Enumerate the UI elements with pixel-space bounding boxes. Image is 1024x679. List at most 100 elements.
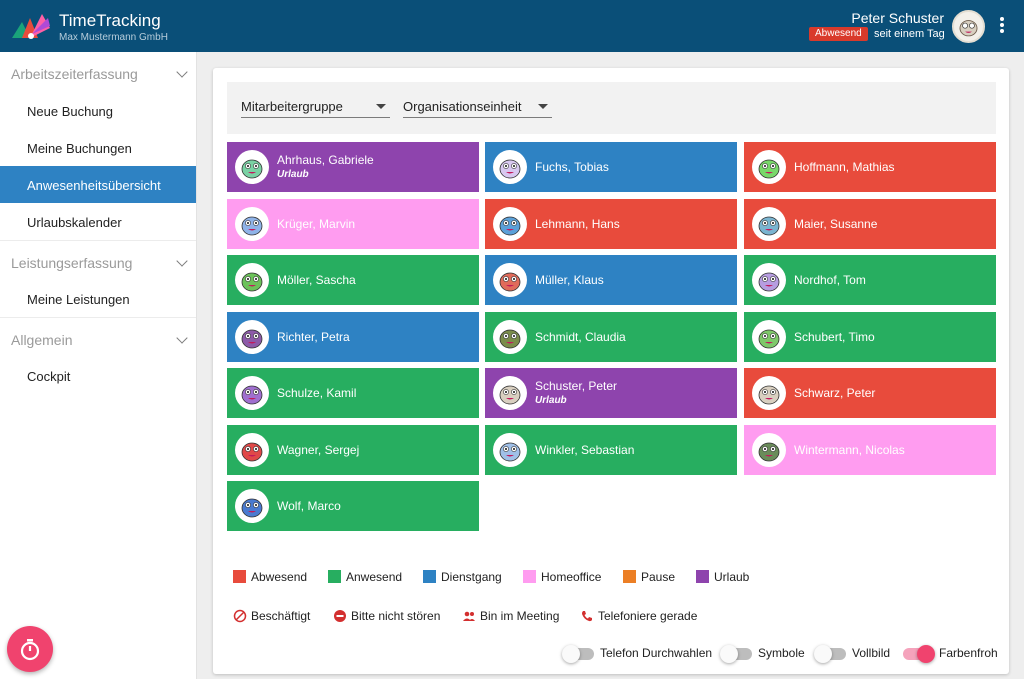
toggle-track[interactable]	[814, 645, 846, 663]
employee-tile[interactable]: Schmidt, Claudia	[485, 312, 737, 362]
employee-name: Wagner, Sergej	[277, 443, 360, 457]
toggle-knob[interactable]	[917, 645, 935, 663]
legend-label: Anwesend	[346, 570, 403, 584]
toggle-label: Symbole	[758, 646, 805, 660]
sidebar-item[interactable]: Cockpit	[0, 357, 196, 394]
toggle-track[interactable]	[562, 645, 594, 663]
sidebar-section-0[interactable]: Arbeitszeiterfassung	[0, 52, 196, 92]
app-title: TimeTracking	[59, 11, 161, 30]
employee-avatar	[752, 376, 786, 410]
sidebar-section-2[interactable]: Allgemein	[0, 317, 196, 357]
stopwatch-icon	[20, 639, 40, 661]
stopwatch-fab-button[interactable]	[7, 626, 53, 672]
monster-avatar-icon	[499, 385, 521, 405]
sidebar-item[interactable]: Neue Buchung	[0, 92, 196, 129]
monster-avatar-icon	[959, 20, 978, 37]
legend-label: Dienstgang	[441, 570, 502, 584]
employee-tile[interactable]: Wolf, Marco	[227, 481, 479, 531]
toggle-knob[interactable]	[720, 645, 738, 663]
employee-name: Lehmann, Hans	[535, 217, 620, 231]
employee-status-note: Urlaub	[277, 169, 309, 180]
employee-tile[interactable]: Wintermann, Nicolas	[744, 425, 996, 475]
attendance-card: Mitarbeitergruppe Organisationseinheit A…	[213, 68, 1009, 674]
monster-avatar-icon	[499, 159, 521, 179]
employee-tile[interactable]: Müller, Klaus	[485, 255, 737, 305]
employee-name: Maier, Susanne	[794, 217, 878, 231]
sidebar-section-1[interactable]: Leistungserfassung	[0, 240, 196, 280]
employee-avatar	[235, 376, 269, 410]
chevron-down-icon	[176, 255, 188, 267]
employee-tile[interactable]: Hoffmann, Mathias	[744, 142, 996, 192]
status-badge: Abwesend	[809, 27, 868, 41]
employee-avatar	[493, 376, 527, 410]
employee-name: Wintermann, Nicolas	[794, 443, 905, 457]
sidebar-item[interactable]: Anwesenheitsübersicht	[0, 166, 196, 203]
employee-avatar	[752, 433, 786, 467]
employee-group-select[interactable]: Mitarbeitergruppe	[241, 95, 390, 118]
organization-unit-select[interactable]: Organisationseinheit	[403, 95, 552, 118]
logo-icon	[12, 14, 50, 39]
employee-tile[interactable]: Ahrhaus, Gabriele Urlaub	[227, 142, 479, 192]
monster-avatar-icon	[758, 216, 780, 236]
monster-avatar-icon	[758, 442, 780, 462]
block-icon	[233, 609, 247, 623]
user-avatar[interactable]	[952, 10, 985, 43]
toggle-label: Telefon Durchwahlen	[600, 646, 713, 660]
employee-tile[interactable]: Möller, Sascha	[227, 255, 479, 305]
employee-avatar	[235, 150, 269, 184]
monster-avatar-icon	[499, 272, 521, 292]
people-icon	[463, 611, 475, 621]
employee-avatar	[493, 263, 527, 297]
employee-name: Schwarz, Peter	[794, 386, 876, 400]
employee-tile[interactable]: Schwarz, Peter	[744, 368, 996, 418]
employee-avatar	[235, 207, 269, 241]
filter-bar: Mitarbeitergruppe Organisationseinheit	[227, 82, 996, 134]
monster-avatar-icon	[241, 329, 263, 349]
sidebar-item[interactable]: Meine Leistungen	[0, 280, 196, 317]
employee-status-note: Urlaub	[535, 395, 567, 406]
sidebar-item[interactable]: Meine Buchungen	[0, 129, 196, 166]
employee-tile[interactable]: Nordhof, Tom	[744, 255, 996, 305]
sidebar-item[interactable]: Urlaubskalender	[0, 203, 196, 240]
employee-tile[interactable]: Schuster, Peter Urlaub	[485, 368, 737, 418]
toggle-label: Farbenfroh	[939, 646, 998, 660]
employee-name: Schuster, Peter	[535, 379, 618, 393]
toggle-knob[interactable]	[562, 645, 580, 663]
employee-tile[interactable]: Schubert, Timo	[744, 312, 996, 362]
toggle-label: Vollbild	[852, 646, 891, 660]
toggle-track[interactable]	[720, 645, 752, 663]
employee-avatar	[752, 263, 786, 297]
employee-name: Hoffmann, Mathias	[794, 160, 895, 174]
sidebar: Arbeitszeiterfassung Neue Buchung Meine Bu…	[0, 52, 197, 679]
employee-name: Möller, Sascha	[277, 273, 356, 287]
monster-avatar-icon	[241, 272, 263, 292]
toggle-track[interactable]	[903, 645, 935, 663]
employee-tile[interactable]: Fuchs, Tobias	[485, 142, 737, 192]
legend-label: Abwesend	[251, 570, 308, 584]
employee-avatar	[752, 207, 786, 241]
employee-avatar	[235, 320, 269, 354]
employee-name: Schulze, Kamil	[277, 386, 357, 400]
employee-tile[interactable]: Richter, Petra	[227, 312, 479, 362]
legend-swatch	[328, 570, 341, 583]
employee-name: Wolf, Marco	[277, 499, 341, 513]
do-not-disturb-icon	[334, 610, 346, 622]
employee-avatar	[493, 320, 527, 354]
toggle-knob[interactable]	[814, 645, 832, 663]
app-header: TimeTracking Max Mustermann GmbH Peter S…	[0, 0, 1024, 52]
employee-tile[interactable]: Lehmann, Hans	[485, 199, 737, 249]
legend-label: Pause	[641, 570, 676, 584]
monster-avatar-icon	[499, 216, 521, 236]
employee-tile[interactable]: Krüger, Marvin	[227, 199, 479, 249]
employee-tile[interactable]: Winkler, Sebastian	[485, 425, 737, 475]
status-label: Telefoniere gerade	[598, 609, 698, 623]
employee-name: Nordhof, Tom	[794, 273, 866, 287]
employee-tile[interactable]: Schulze, Kamil	[227, 368, 479, 418]
sidebar-section-label: Leistungserfassung	[11, 255, 133, 271]
more-menu-icon[interactable]	[996, 16, 1008, 36]
employee-name: Fuchs, Tobias	[535, 160, 609, 174]
employee-tile[interactable]: Wagner, Sergej	[227, 425, 479, 475]
employee-tile[interactable]: Maier, Susanne	[744, 199, 996, 249]
monster-avatar-icon	[241, 385, 263, 405]
employee-name: Krüger, Marvin	[277, 217, 356, 231]
